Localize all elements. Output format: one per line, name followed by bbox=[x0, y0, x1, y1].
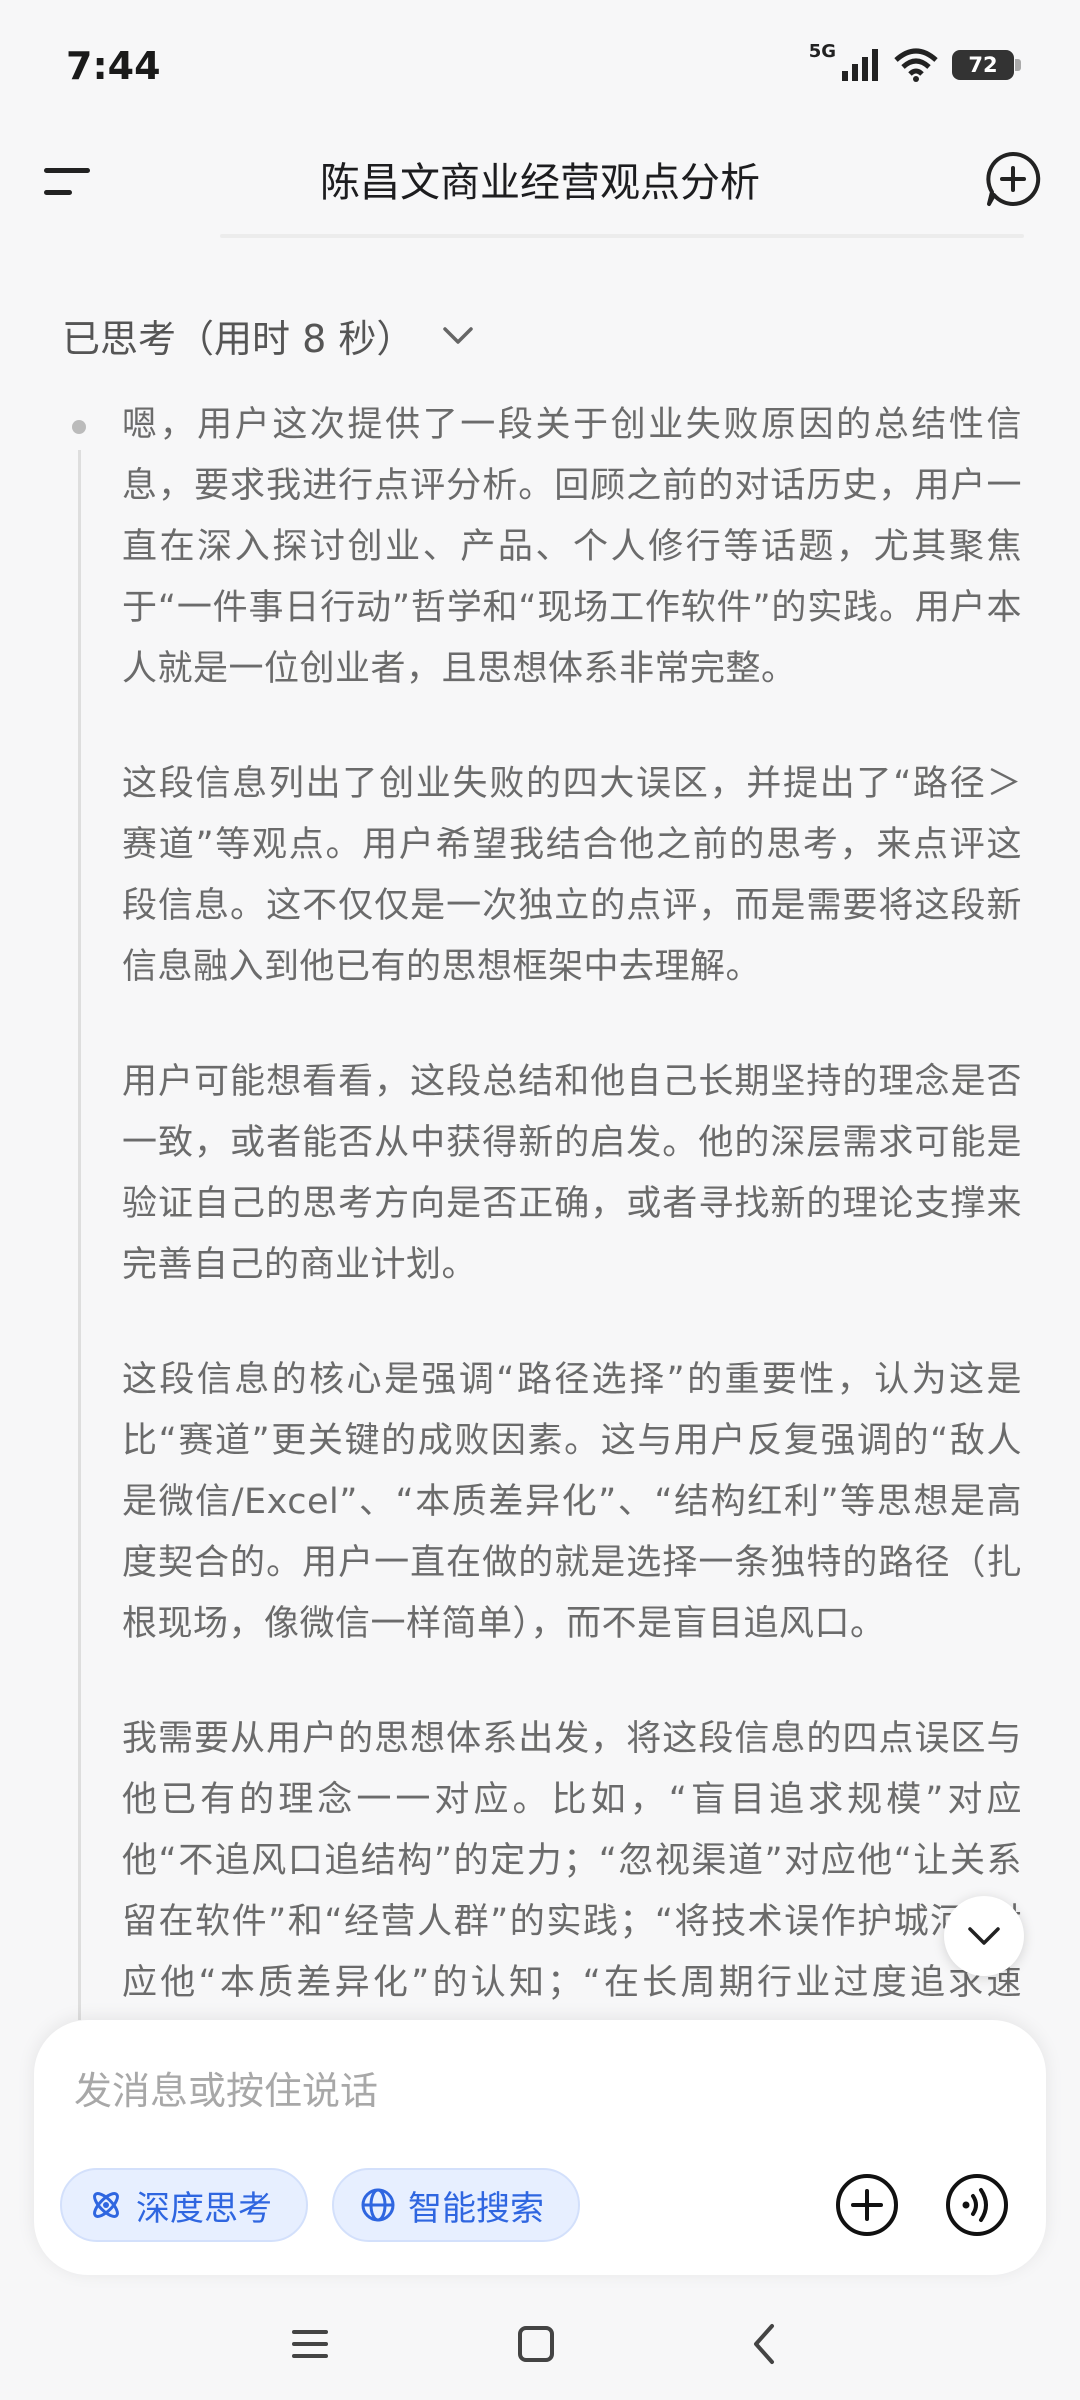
nav-home-icon[interactable] bbox=[506, 2314, 566, 2374]
chat-header: 陈昌文商业经营观点分析 bbox=[0, 130, 1080, 230]
thinking-rail bbox=[78, 450, 81, 2020]
status-icons: 5G 72 bbox=[809, 41, 1021, 82]
wifi-icon bbox=[894, 48, 938, 82]
message-input[interactable]: 发消息或按住说话 bbox=[74, 2060, 378, 2115]
thinking-toggle[interactable]: 已思考（用时 8 秒） bbox=[62, 308, 474, 363]
thought-paragraph: 这段信息的核心是强调“路径选择”的重要性，认为这是比“赛道”更关键的成败因素。这… bbox=[122, 1360, 1022, 1644]
thinking-label: 已思考（用时 8 秒） bbox=[62, 317, 415, 361]
atom-icon bbox=[93, 2192, 119, 2218]
network-type: 5G bbox=[808, 40, 836, 62]
thinking-bullet bbox=[72, 420, 86, 434]
thinking-content: 嗯，用户这次提供了一段关于创业失败原因的总结性信息，要求我进行点评分析。回顾之前… bbox=[122, 395, 1022, 2129]
voice-icon[interactable] bbox=[944, 2172, 1010, 2238]
status-time: 7:44 bbox=[66, 44, 161, 88]
battery-level: 72 bbox=[968, 53, 998, 77]
nav-back-icon[interactable] bbox=[736, 2314, 796, 2374]
system-nav-bar bbox=[0, 2290, 1080, 2400]
deep-think-button[interactable]: 深度思考 bbox=[60, 2168, 308, 2242]
chevron-down-icon bbox=[443, 326, 474, 344]
message-composer: 发消息或按住说话 深度思考 智能搜索 bbox=[34, 2020, 1046, 2275]
new-chat-icon[interactable] bbox=[984, 150, 1042, 208]
status-bar: 7:44 5G 72 bbox=[0, 0, 1080, 130]
plus-circle-icon[interactable] bbox=[834, 2172, 900, 2238]
thought-paragraph: 这段信息列出了创业失败的四大误区，并提出了“路径＞赛道”等观点。用户希望我结合他… bbox=[122, 764, 1022, 987]
scroll-to-bottom-button[interactable] bbox=[944, 1896, 1024, 1976]
page-title: 陈昌文商业经营观点分析 bbox=[320, 160, 760, 206]
globe-icon bbox=[361, 2188, 395, 2222]
smart-search-button[interactable]: 智能搜索 bbox=[332, 2168, 580, 2242]
signal-icon bbox=[842, 49, 878, 81]
chevron-down-icon bbox=[968, 1927, 1000, 1945]
smart-search-label: 智能搜索 bbox=[408, 2188, 544, 2229]
nav-menu-icon[interactable] bbox=[280, 2314, 340, 2374]
battery-indicator: 72 bbox=[952, 50, 1021, 80]
deep-think-label: 深度思考 bbox=[136, 2188, 272, 2229]
thought-paragraph: 嗯，用户这次提供了一段关于创业失败原因的总结性信息，要求我进行点评分析。回顾之前… bbox=[122, 405, 1022, 689]
previous-message-edge bbox=[220, 234, 1024, 238]
thought-paragraph: 用户可能想看看，这段总结和他自己长期坚持的理念是否一致，或者能否从中获得新的启发… bbox=[122, 1062, 1022, 1285]
